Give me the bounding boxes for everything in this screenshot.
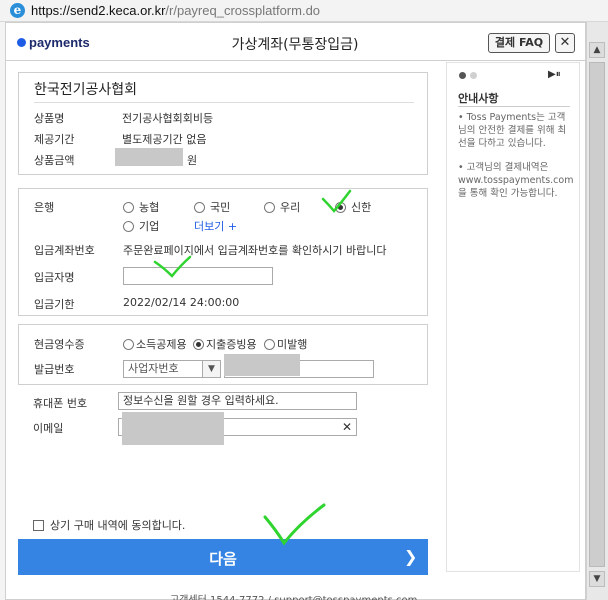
check-mark-shinhan	[321, 189, 352, 213]
handwritten-check-marks	[153, 189, 352, 546]
check-mark-next	[263, 503, 326, 546]
check-mark-depositor	[153, 255, 192, 278]
